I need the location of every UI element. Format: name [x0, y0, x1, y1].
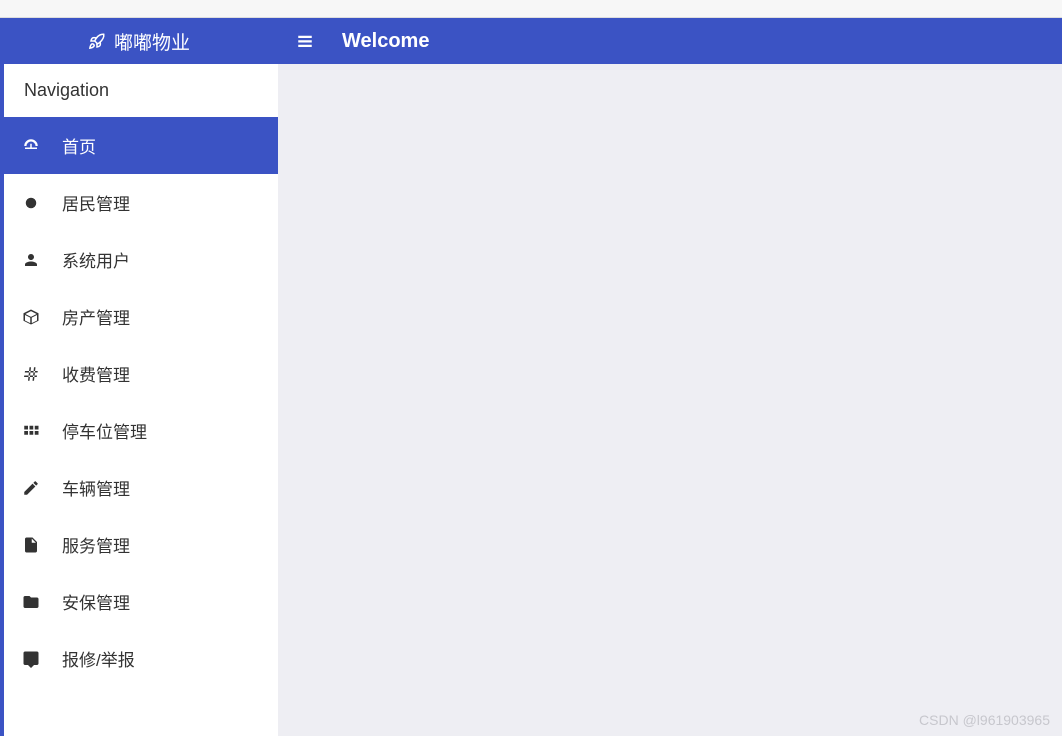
page-title: Welcome — [342, 30, 429, 53]
nav-item-services[interactable]: 服务管理 — [4, 516, 278, 573]
app-container: 嘟嘟物业 Navigation 首页 居民管理 系统用户 — [0, 18, 1062, 736]
pencil-icon — [22, 479, 40, 497]
nav-item-label: 系统用户 — [62, 247, 130, 272]
rocket-icon — [88, 32, 106, 50]
nav-item-parking[interactable]: 停车位管理 — [4, 402, 278, 459]
file-icon — [22, 536, 40, 554]
circle-icon — [22, 194, 40, 212]
nav-item-home[interactable]: 首页 — [4, 117, 278, 174]
nav-item-repair-report[interactable]: 报修/举报 — [4, 630, 278, 687]
nav-item-users[interactable]: 系统用户 — [4, 231, 278, 288]
nav-list: 首页 居民管理 系统用户 房产管理 — [4, 117, 278, 736]
nav-item-fees[interactable]: 收费管理 — [4, 345, 278, 402]
grid-icon — [22, 422, 40, 440]
menu-toggle-button[interactable] — [296, 32, 314, 50]
nav-item-label: 收费管理 — [62, 361, 130, 386]
hamburger-icon — [296, 32, 314, 50]
nav-item-label: 停车位管理 — [62, 418, 147, 443]
nav-item-vehicles[interactable]: 车辆管理 — [4, 459, 278, 516]
nav-item-label: 服务管理 — [62, 532, 130, 557]
nav-item-label: 报修/举报 — [62, 646, 135, 671]
brand-title: 嘟嘟物业 — [114, 28, 190, 55]
folder-icon — [22, 593, 40, 611]
main-area: Welcome — [278, 18, 1062, 736]
nav-item-security[interactable]: 安保管理 — [4, 573, 278, 630]
nav-item-label: 居民管理 — [62, 190, 130, 215]
content-area — [278, 64, 1062, 736]
brand-header[interactable]: 嘟嘟物业 — [0, 18, 278, 64]
hash-icon — [22, 365, 40, 383]
browser-address-bar — [0, 0, 1062, 18]
dashboard-icon — [22, 137, 40, 155]
nav-item-label: 安保管理 — [62, 589, 130, 614]
nav-item-label: 首页 — [62, 133, 96, 158]
nav-item-label: 房产管理 — [62, 304, 130, 329]
main-header: Welcome — [278, 18, 1062, 64]
nav-section-header: Navigation — [4, 64, 278, 117]
nav-item-property[interactable]: 房产管理 — [4, 288, 278, 345]
nav-item-label: 车辆管理 — [62, 475, 130, 500]
comment-icon — [22, 650, 40, 668]
box-icon — [22, 308, 40, 326]
user-icon — [22, 251, 40, 269]
sidebar: 嘟嘟物业 Navigation 首页 居民管理 系统用户 — [0, 18, 278, 736]
nav-item-residents[interactable]: 居民管理 — [4, 174, 278, 231]
